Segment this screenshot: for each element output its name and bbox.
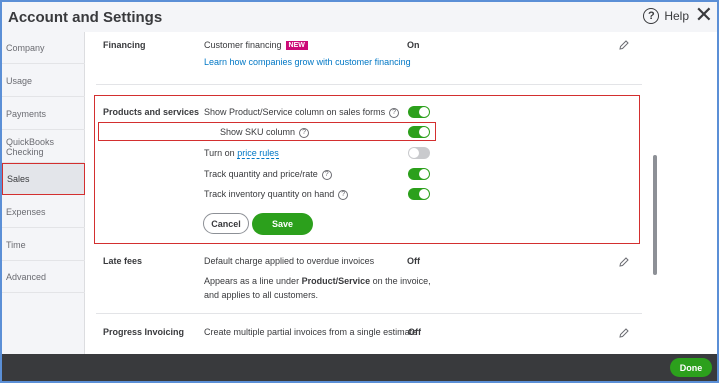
show-sku-column-toggle[interactable] (408, 126, 430, 138)
sidebar: Company Usage Payments QuickBooks Checki… (2, 32, 85, 354)
financing-value: On (407, 40, 420, 50)
progress-invoicing-value: Off (408, 327, 421, 337)
divider (96, 313, 642, 314)
pencil-icon[interactable] (618, 327, 630, 339)
sidebar-item-expenses[interactable]: Expenses (2, 196, 85, 228)
pencil-icon[interactable] (618, 256, 630, 268)
sidebar-item-sales[interactable]: Sales (2, 163, 85, 195)
info-icon[interactable]: ? (389, 107, 400, 118)
price-rules-link[interactable]: price rules (237, 148, 279, 159)
pencil-icon[interactable] (618, 39, 630, 51)
late-fees-description-line2: and applies to all customers. (204, 290, 319, 300)
track-quantity-toggle[interactable] (408, 168, 430, 180)
help-icon: ? (643, 8, 660, 24)
show-sku-column-label: Show SKU column? (220, 127, 310, 138)
products-section-label: Products and services (103, 107, 200, 117)
late-fees-setting: Default charge applied to overdue invoic… (204, 256, 375, 266)
divider (96, 84, 642, 85)
track-inventory-toggle[interactable] (408, 188, 430, 200)
new-badge: NEW (285, 41, 308, 51)
financing-section-label: Financing (103, 40, 146, 50)
sidebar-item-advanced[interactable]: Advanced (2, 261, 85, 293)
track-quantity-label: Track quantity and price/rate? (204, 169, 332, 180)
show-product-column-label: Show Product/Service column on sales for… (204, 107, 400, 118)
info-icon[interactable]: ? (321, 169, 332, 180)
sidebar-item-usage[interactable]: Usage (2, 65, 85, 97)
save-button[interactable]: Save (252, 213, 313, 235)
price-rules-label: Turn on price rules (204, 148, 279, 159)
sidebar-item-quickbooks-checking[interactable]: QuickBooks Checking (2, 131, 85, 163)
help-button[interactable]: ? Help (643, 8, 689, 24)
late-fees-description: Appears as a line under Product/Service … (204, 276, 431, 286)
financing-learn-link[interactable]: Learn how companies grow with customer f… (204, 57, 411, 67)
scrollbar[interactable] (653, 155, 657, 275)
price-rules-toggle[interactable] (408, 147, 430, 159)
info-icon[interactable]: ? (338, 189, 349, 200)
progress-invoicing-section-label: Progress Invoicing (103, 327, 185, 337)
show-product-column-toggle[interactable] (408, 106, 430, 118)
info-icon[interactable]: ? (299, 127, 310, 138)
done-button[interactable]: Done (670, 358, 712, 377)
sidebar-item-company[interactable]: Company (2, 32, 85, 64)
track-inventory-label: Track inventory quantity on hand? (204, 189, 349, 200)
cancel-button[interactable]: Cancel (203, 213, 249, 234)
title-bar: Account and Settings ? Help ✕ (2, 2, 717, 32)
footer-bar: Done (2, 354, 717, 381)
progress-invoicing-setting: Create multiple partial invoices from a … (204, 327, 418, 337)
sidebar-item-time[interactable]: Time (2, 229, 85, 261)
close-icon[interactable]: ✕ (695, 4, 713, 26)
customer-financing-label: Customer financing NEW (204, 40, 308, 51)
late-fees-value: Off (407, 256, 420, 266)
page-title: Account and Settings (8, 9, 163, 26)
help-label: Help (664, 9, 689, 23)
sidebar-item-payments[interactable]: Payments (2, 98, 85, 130)
late-fees-section-label: Late fees (103, 256, 143, 266)
